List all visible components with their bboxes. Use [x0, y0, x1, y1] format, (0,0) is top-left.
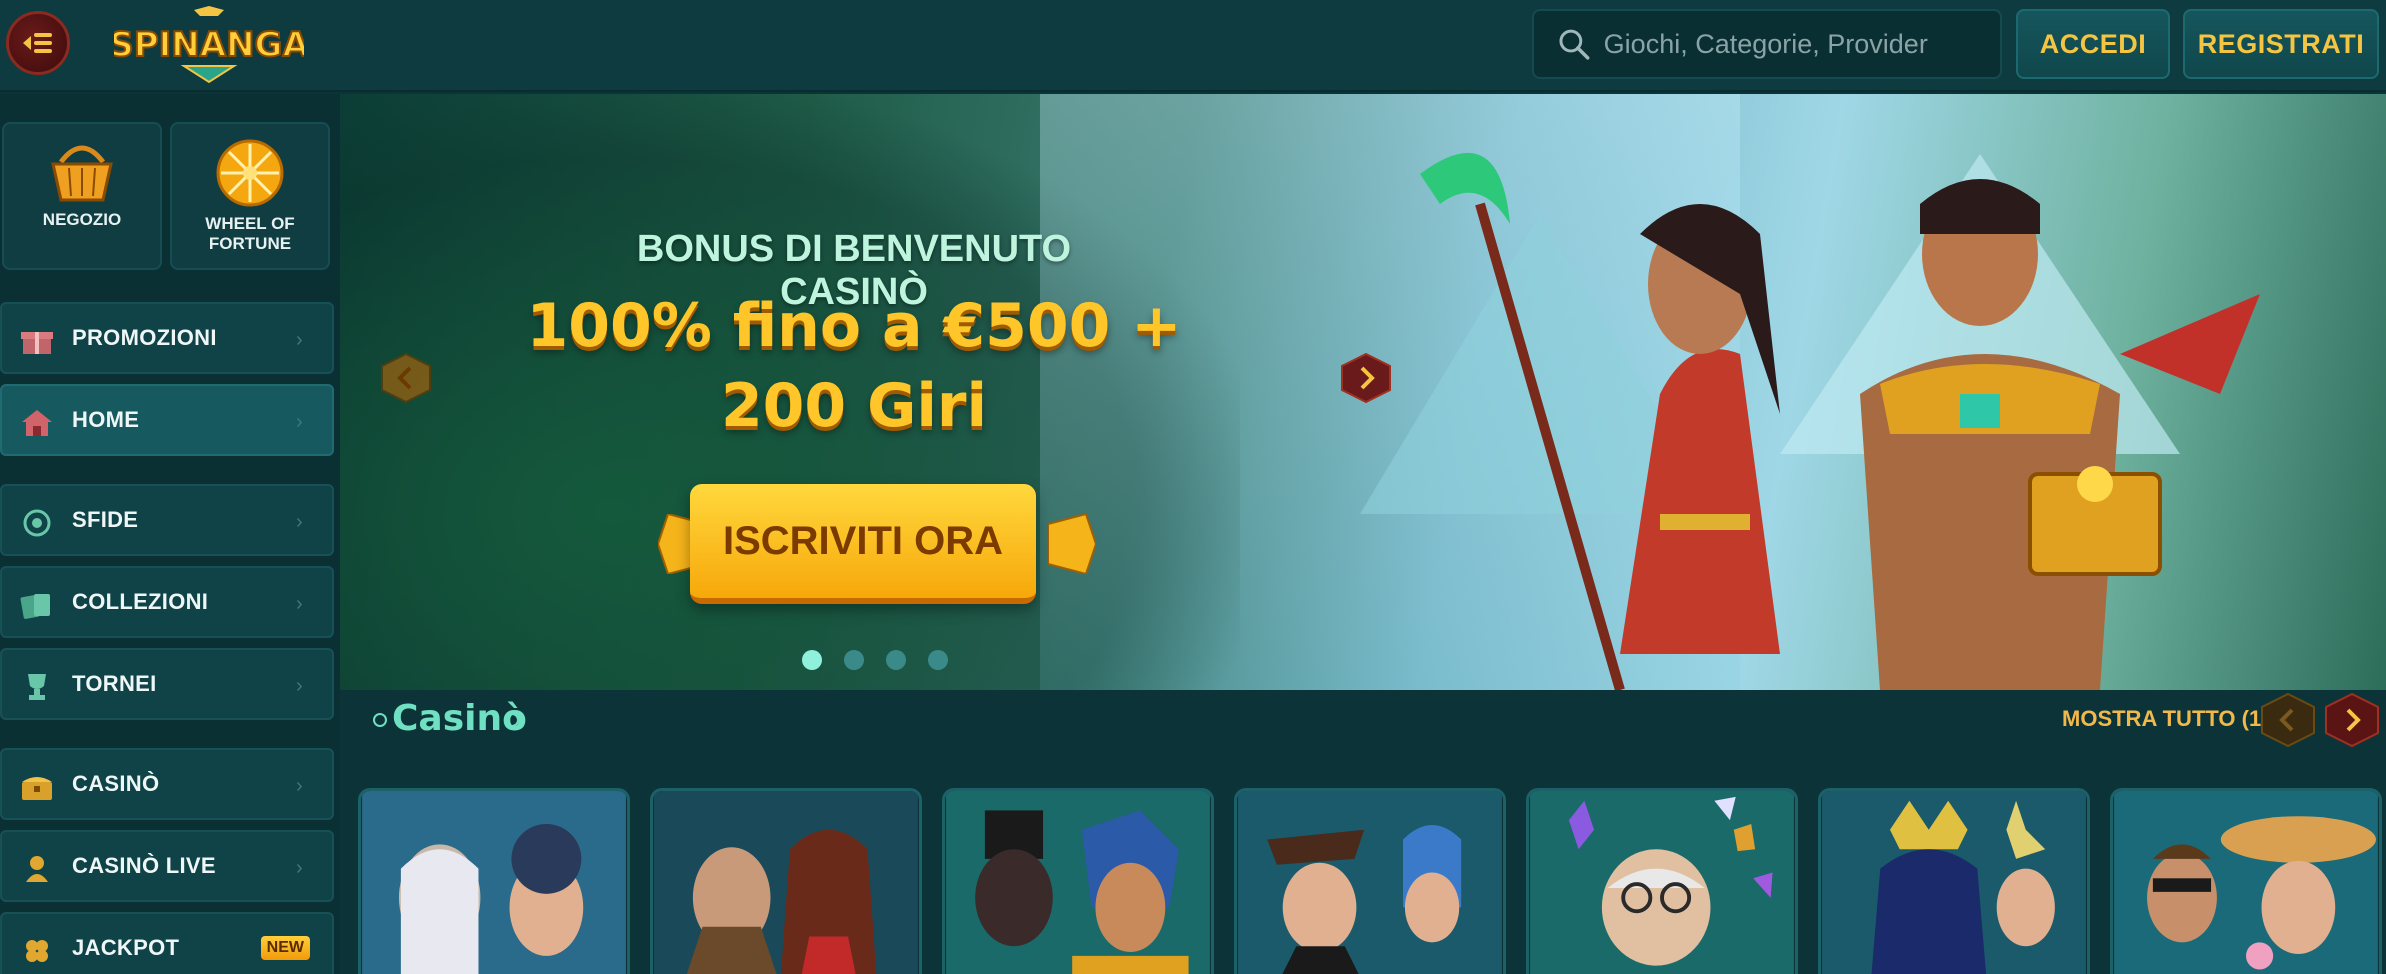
sidebar-item-label: HOME [72, 407, 140, 432]
shop-tile-label: NEGOZIO [42, 210, 122, 229]
sidebar-item-label: SFIDE [72, 507, 139, 532]
chevron-right-icon: › [296, 857, 303, 879]
sidebar-item-promozioni[interactable]: PROMOZIONI › [0, 302, 334, 374]
home-icon [22, 410, 52, 436]
sidebar-item-tornei[interactable]: TORNEI › [0, 648, 334, 720]
chevron-right-icon: › [296, 675, 303, 697]
sidebar-item-casino-live[interactable]: CASINÒ LIVE › [0, 830, 334, 902]
section-ornament-icon [373, 713, 387, 727]
show-all-link[interactable]: MOSTRA TUTTO (10) [2062, 706, 2281, 732]
sidebar-item-collezioni[interactable]: COLLEZIONI › [0, 566, 334, 638]
carousel-dot[interactable] [886, 650, 906, 670]
hero-characters-illustration [1360, 152, 2260, 690]
game-thumbnail [2114, 791, 2378, 974]
carousel-dots [802, 650, 948, 670]
svg-text:SPINANGA: SPINANGA [114, 25, 304, 65]
carousel-dot[interactable] [844, 650, 864, 670]
basket-icon [51, 145, 113, 202]
sidebar-item-sfide[interactable]: SFIDE › [0, 484, 334, 556]
sidebar-item-jackpot[interactable]: JACKPOT NEW [0, 912, 334, 974]
search-box[interactable] [1532, 9, 2002, 79]
hero-title: 100% fino a €500 + 200 Giri [526, 291, 1182, 441]
game-thumbnail [654, 791, 918, 974]
register-button[interactable]: REGISTRATI [2183, 9, 2379, 79]
sidebar-item-casino[interactable]: CASINÒ › [0, 748, 334, 820]
chest-icon [22, 777, 52, 800]
chevron-right-icon: › [296, 511, 303, 533]
collapse-menu-icon [23, 33, 52, 53]
cards-icon [20, 594, 50, 619]
dealer-icon [26, 856, 48, 882]
sidebar-item-label: COLLEZIONI [72, 589, 209, 614]
clover-icon [26, 940, 48, 962]
game-thumbnail [1530, 791, 1794, 974]
game-thumbnail [946, 791, 1210, 974]
hero-next-button[interactable] [1340, 352, 1392, 404]
wheel-of-fortune-tile[interactable]: WHEEL OF FORTUNE [170, 122, 330, 270]
game-thumbnail [362, 791, 626, 974]
carousel-dot[interactable] [928, 650, 948, 670]
search-icon [1559, 29, 1590, 60]
gift-icon [21, 332, 53, 354]
section-ornament-icon [505, 713, 519, 727]
sidebar-item-label: TORNEI [72, 671, 157, 696]
cta-right-ornament-icon [1048, 514, 1096, 574]
shop-tile[interactable]: NEGOZIO [2, 122, 162, 270]
sidebar-item-label: CASINÒ [72, 771, 160, 796]
new-badge: NEW [260, 936, 310, 960]
section-next-button[interactable] [2324, 692, 2380, 748]
carousel-dot[interactable] [802, 650, 822, 670]
chevron-right-icon: › [296, 411, 303, 433]
sidebar: NEGOZIO WHEEL OF FORTUNE PROMOZIONI › HO… [0, 94, 340, 974]
game-thumbnail [1238, 791, 1502, 974]
login-button[interactable]: ACCEDI [2016, 9, 2170, 79]
spinanga-logo[interactable]: SPINANGA [108, 6, 310, 86]
wheel-icon [216, 139, 284, 207]
game-card[interactable] [650, 788, 922, 974]
sidebar-toggle-button[interactable] [6, 11, 70, 75]
game-card[interactable] [942, 788, 1214, 974]
top-header: SPINANGA ACCEDI REGISTRATI [0, 0, 2386, 92]
wheel-tile-label: WHEEL OF FORTUNE [205, 214, 295, 253]
sidebar-item-label: PROMOZIONI [72, 325, 217, 350]
sidebar-item-label: CASINÒ LIVE [72, 853, 216, 878]
signup-now-button[interactable]: ISCRIVITI ORA [690, 484, 1036, 604]
sidebar-item-label: JACKPOT [72, 935, 180, 960]
chevron-right-icon: › [296, 329, 303, 351]
target-icon [23, 509, 51, 537]
game-card[interactable] [2110, 788, 2382, 974]
search-input[interactable] [1603, 28, 2000, 60]
chevron-right-icon: › [296, 775, 303, 797]
sidebar-item-home[interactable]: HOME › [0, 384, 334, 456]
game-card[interactable] [1234, 788, 1506, 974]
trophy-icon [28, 674, 46, 700]
hero-banner[interactable]: BONUS DI BENVENUTO CASINÒ 100% fino a €5… [340, 94, 2386, 690]
game-thumbnail [1822, 791, 2086, 974]
hero-prev-button[interactable] [380, 352, 432, 404]
game-card[interactable] [1818, 788, 2090, 974]
section-prev-button[interactable] [2260, 692, 2316, 748]
chevron-right-icon: › [296, 593, 303, 615]
game-card[interactable] [1526, 788, 1798, 974]
game-card[interactable] [358, 788, 630, 974]
